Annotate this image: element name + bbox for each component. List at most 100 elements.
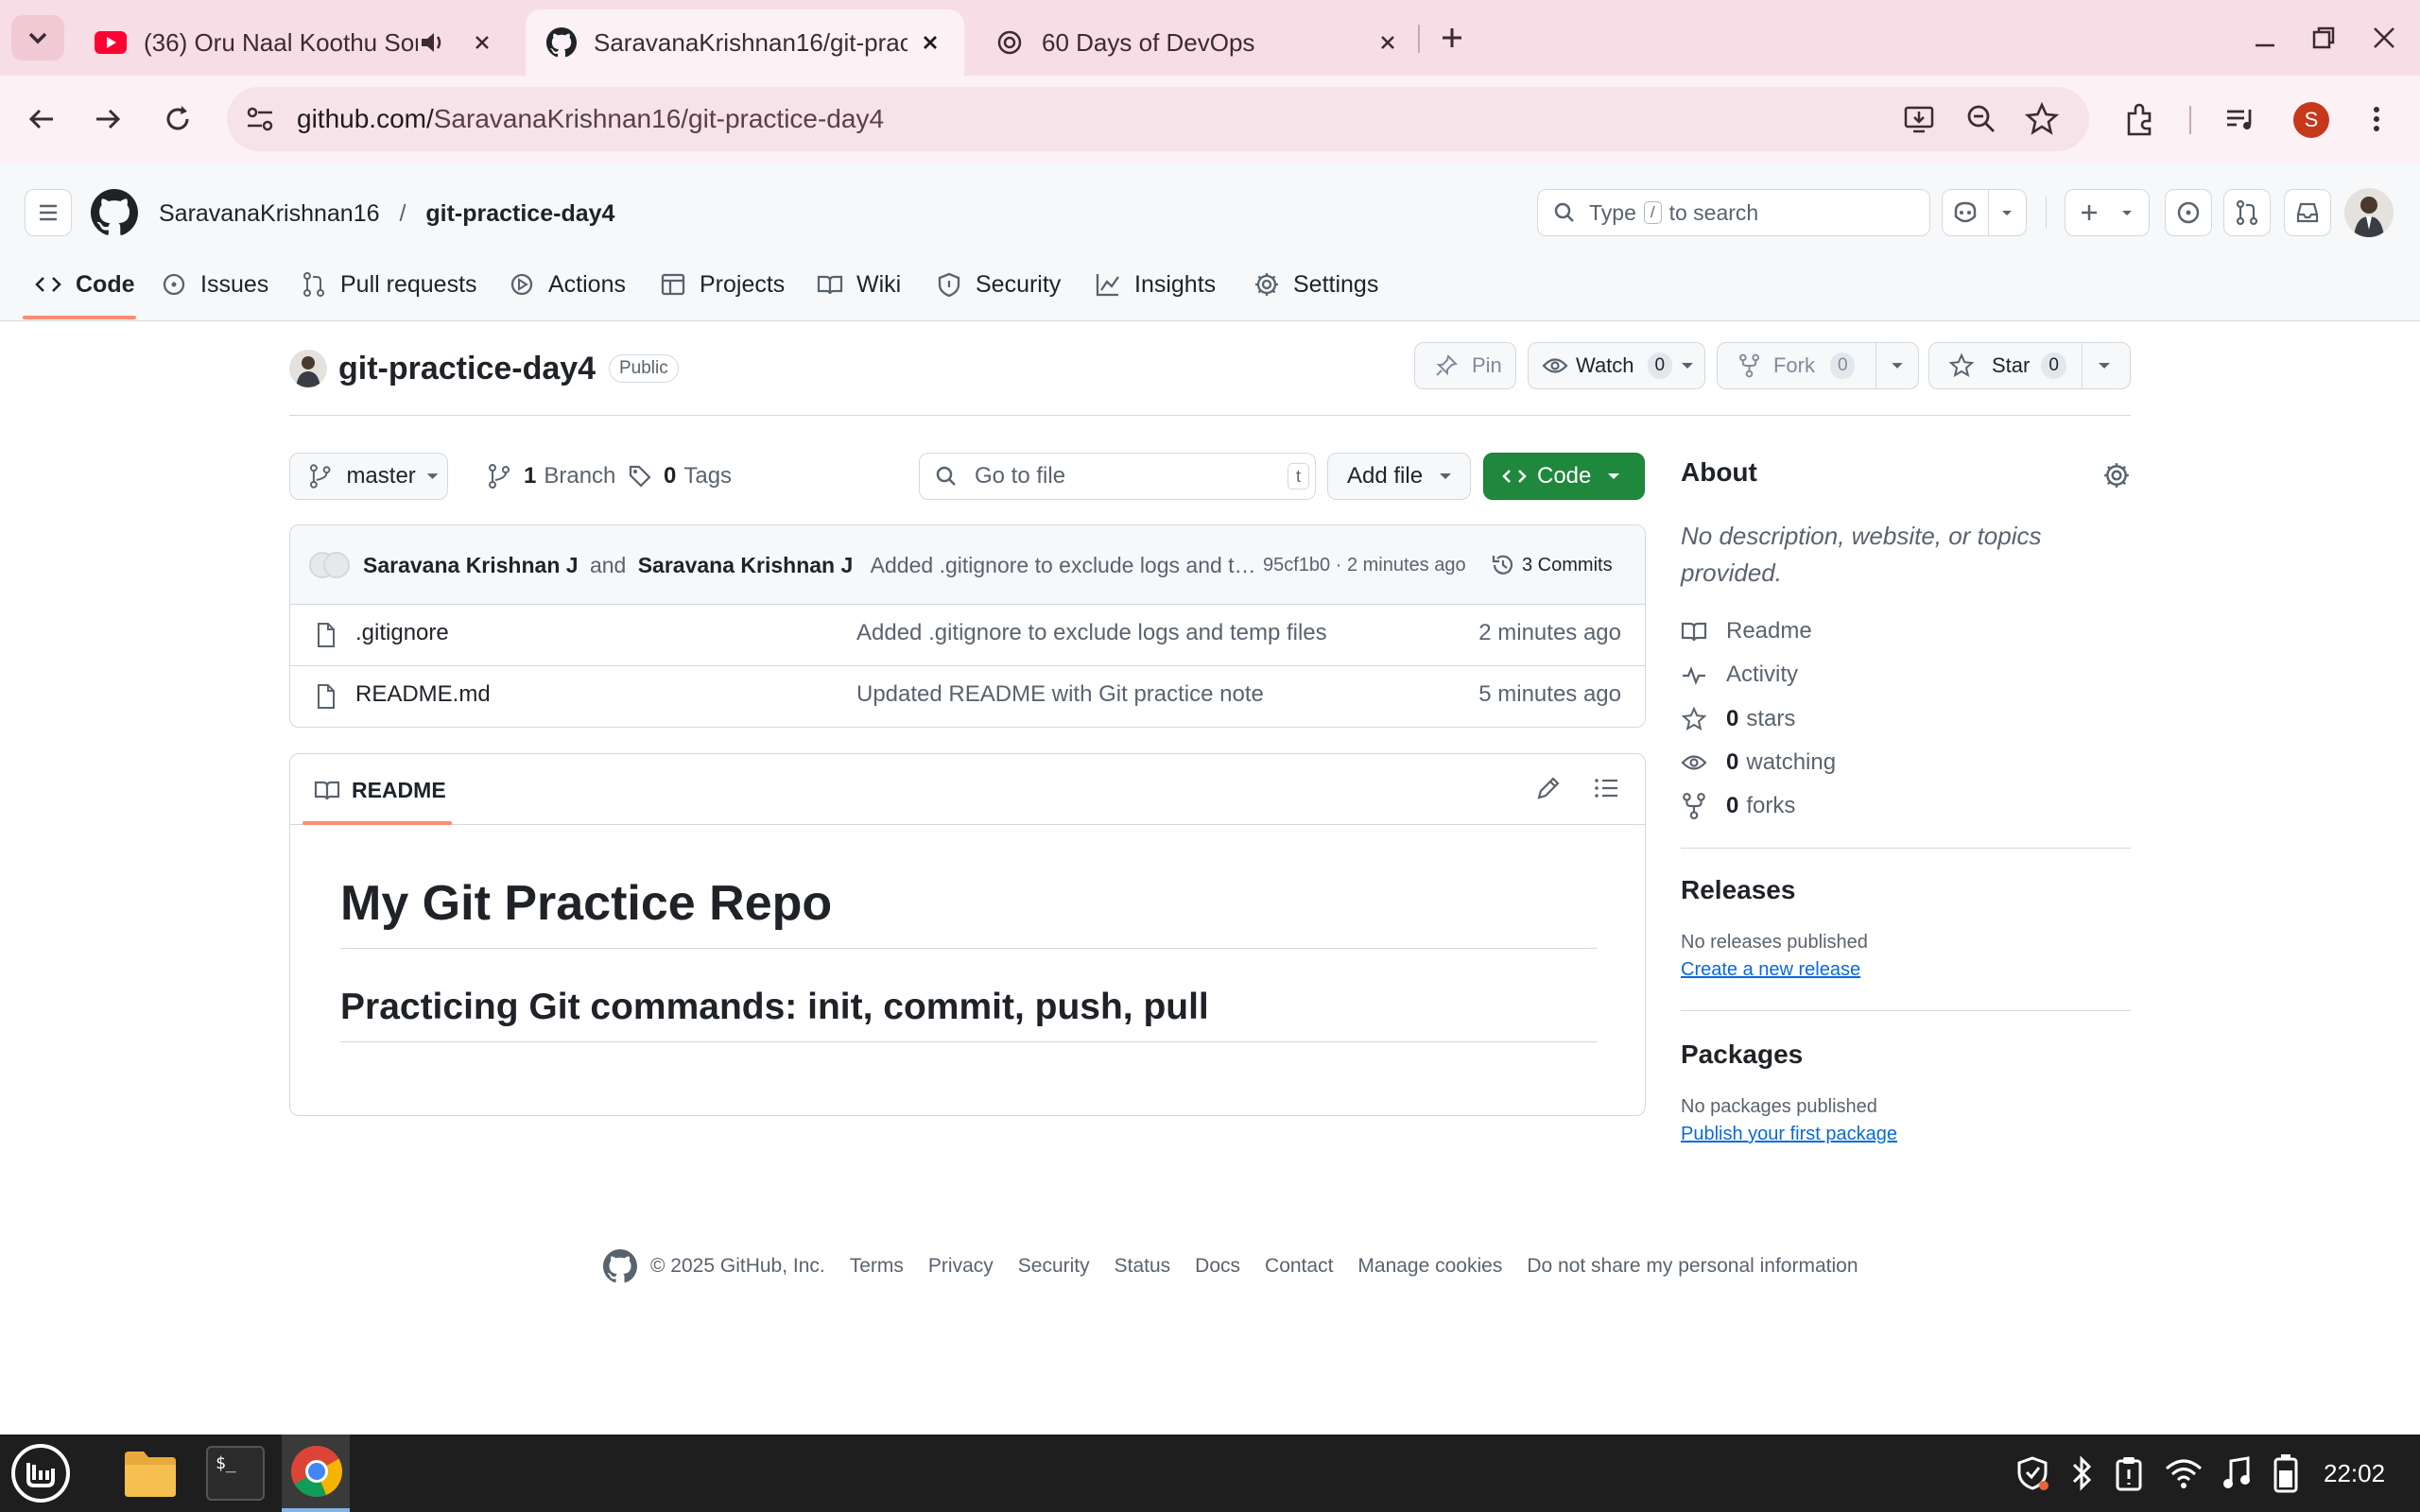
tab-settings[interactable]: Settings (1253, 255, 1378, 314)
footer-link-terms[interactable]: Terms (850, 1255, 904, 1278)
outline-list-icon[interactable] (1592, 773, 1622, 803)
install-app-icon[interactable] (1900, 100, 1938, 138)
user-avatar[interactable] (2344, 188, 2394, 237)
star-button[interactable]: Star 0 (1928, 342, 2131, 389)
menu-button[interactable] (25, 189, 72, 236)
clock[interactable]: 22:02 (2324, 1455, 2385, 1491)
breadcrumb-repo[interactable]: git-practice-day4 (425, 200, 614, 227)
tab-pull-requests[interactable]: Pull requests (301, 255, 477, 314)
tags-link[interactable]: 0 Tags (628, 457, 732, 495)
table-row[interactable]: .gitignore Added .gitignore to exclude l… (289, 605, 1646, 665)
footer-link-do-not-share[interactable]: Do not share my personal information (1527, 1255, 1858, 1278)
fork-button[interactable]: Fork 0 (1717, 342, 1919, 389)
more-menu-icon[interactable] (2358, 100, 2395, 138)
watching-link[interactable]: 0 watching (1681, 744, 1836, 782)
go-to-file-input[interactable]: Go to file t (919, 453, 1316, 500)
back-icon[interactable] (23, 100, 60, 138)
pin-button[interactable]: Pin (1414, 342, 1516, 389)
edit-pencil-icon[interactable] (1533, 773, 1564, 803)
address-bar[interactable]: github.com/SaravanaKrishnan16/git-practi… (227, 87, 2089, 151)
tab-chatgpt[interactable]: 60 Days of DevOps (974, 9, 1422, 76)
git-branch-icon (489, 464, 510, 489)
shield-tray-icon[interactable] (2015, 1455, 2049, 1491)
file-name[interactable]: .gitignore (355, 620, 449, 646)
clipboard-icon[interactable] (2114, 1455, 2144, 1491)
mint-menu-icon[interactable] (9, 1442, 72, 1504)
tab-actions[interactable]: Actions (509, 255, 626, 314)
branch-select[interactable]: master (289, 453, 448, 500)
footer-link-docs[interactable]: Docs (1195, 1255, 1240, 1278)
commit-author[interactable]: Saravana Krishnan J (638, 553, 854, 577)
commit-sha-time[interactable]: 95cf1b0 · 2 minutes ago (1263, 550, 1466, 580)
profile-avatar[interactable]: S (2293, 102, 2329, 138)
commits-link[interactable]: 3 Commits (1490, 548, 1613, 582)
commit-message[interactable]: Added .gitignore to exclude logs and t… (871, 553, 1256, 577)
media-control-icon[interactable] (2221, 100, 2259, 138)
reload-icon[interactable] (159, 100, 197, 138)
footer-link-contact[interactable]: Contact (1265, 1255, 1333, 1278)
releases-title[interactable]: Releases (1681, 875, 1795, 905)
branches-link[interactable]: 1 Branch (488, 457, 615, 495)
forks-link[interactable]: 0 forks (1681, 787, 1795, 825)
bookmark-star-icon[interactable] (2023, 100, 2061, 138)
chrome-icon[interactable] (289, 1444, 344, 1499)
terminal-icon[interactable]: $_ (206, 1446, 265, 1501)
packages-title[interactable]: Packages (1681, 1040, 1803, 1070)
bluetooth-icon[interactable] (2068, 1455, 2095, 1491)
forward-icon[interactable] (89, 100, 127, 138)
breadcrumb-owner[interactable]: SaravanaKrishnan16 (159, 200, 380, 227)
restore-icon[interactable] (2305, 19, 2342, 57)
close-tab-icon[interactable] (917, 29, 943, 56)
add-file-button[interactable]: Add file (1327, 453, 1471, 500)
file-commit-message[interactable]: Added .gitignore to exclude logs and tem… (856, 620, 1327, 646)
search-input[interactable]: Type / to search (1537, 189, 1930, 236)
readme-tab[interactable]: README (314, 771, 446, 809)
site-info-icon[interactable] (244, 104, 276, 134)
tab-issues[interactable]: Issues (161, 255, 268, 314)
zoom-icon[interactable] (1962, 100, 2000, 138)
activity-link[interactable]: Activity (1681, 656, 1798, 694)
readme-link[interactable]: Readme (1681, 612, 1812, 650)
stars-link[interactable]: 0 stars (1681, 700, 1795, 738)
inbox-button[interactable] (2284, 189, 2331, 236)
github-logo-icon[interactable] (91, 189, 138, 236)
new-tab-icon[interactable] (1433, 19, 1471, 57)
file-name[interactable]: README.md (355, 681, 491, 708)
github-mark-icon[interactable] (603, 1249, 637, 1283)
tab-projects[interactable]: Projects (660, 255, 785, 314)
footer-link-manage-cookies[interactable]: Manage cookies (1357, 1255, 1502, 1278)
close-tab-icon[interactable] (469, 29, 495, 56)
tab-wiki[interactable]: Wiki (817, 255, 901, 314)
speaker-icon[interactable] (418, 28, 446, 57)
tab-security[interactable]: Security (936, 255, 1061, 314)
wifi-icon[interactable] (2165, 1457, 2203, 1489)
tab-code[interactable]: Code (34, 255, 135, 314)
create-release-link[interactable]: Create a new release (1681, 959, 1860, 981)
gear-icon[interactable] (2102, 461, 2131, 490)
pull-requests-button[interactable] (2223, 189, 2271, 236)
table-row[interactable]: README.md Updated README with Git practi… (289, 666, 1646, 727)
close-window-icon[interactable] (2365, 19, 2403, 57)
publish-package-link[interactable]: Publish your first package (1681, 1124, 1897, 1145)
tab-github[interactable]: SaravanaKrishnan16/git-practice-day4 (526, 9, 964, 76)
close-tab-icon[interactable] (1374, 29, 1401, 56)
tab-youtube[interactable]: (36) Oru Naal Koothu Song (74, 9, 516, 76)
battery-icon[interactable] (2273, 1453, 2299, 1493)
footer-link-security[interactable]: Security (1018, 1255, 1090, 1278)
tab-insights[interactable]: Insights (1095, 255, 1216, 314)
file-commit-message[interactable]: Updated README with Git practice note (856, 681, 1264, 708)
create-new-button[interactable] (2065, 189, 2150, 236)
file-manager-icon[interactable] (121, 1444, 180, 1503)
tab-search-button[interactable] (11, 15, 64, 60)
code-button[interactable]: Code (1483, 453, 1645, 500)
watch-button[interactable]: Watch 0 (1528, 342, 1705, 389)
copilot-button[interactable] (1942, 189, 2027, 236)
footer-link-status[interactable]: Status (1115, 1255, 1171, 1278)
issues-button[interactable] (2165, 189, 2212, 236)
repo-title[interactable]: git-practice-day4 (338, 348, 596, 389)
minimize-icon[interactable] (2246, 19, 2284, 57)
commit-author[interactable]: Saravana Krishnan J (363, 553, 579, 577)
footer-link-privacy[interactable]: Privacy (928, 1255, 994, 1278)
extensions-icon[interactable] (2121, 100, 2159, 138)
music-note-icon[interactable] (2221, 1455, 2252, 1491)
